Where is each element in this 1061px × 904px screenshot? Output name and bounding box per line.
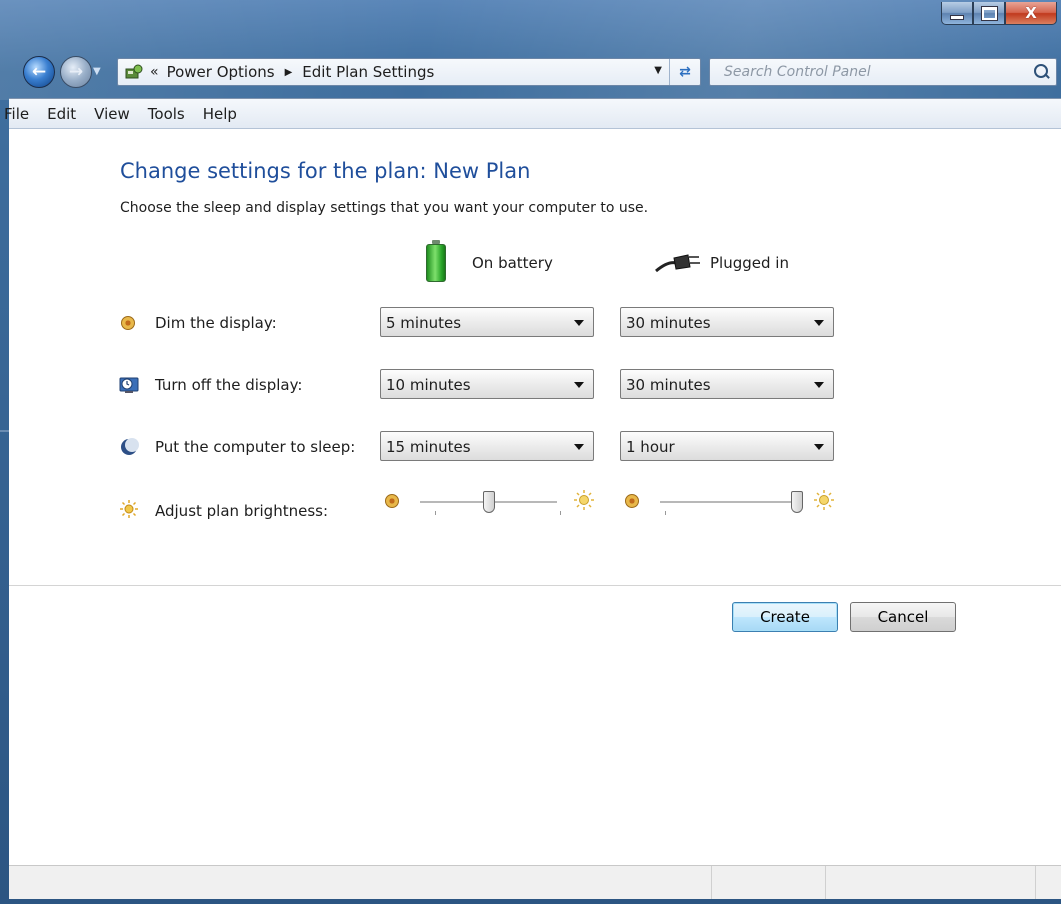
setting-row-turn-off-display: Turn off the display: 10 minutes 30 minu… [119,369,839,401]
minimize-icon [950,14,964,20]
dim-brightness-icon [625,494,639,508]
menu-bar: File Edit View Tools Help [4,99,1061,129]
maximize-icon [980,5,998,21]
power-plug-icon [655,254,700,273]
chevron-down-icon [574,382,584,388]
create-button[interactable]: Create [732,602,838,632]
menu-edit[interactable]: Edit [38,105,85,123]
brightness-plugged-slider[interactable] [625,489,835,525]
breadcrumb-separator-icon[interactable]: ▶ [285,67,293,78]
minimize-button[interactable] [941,2,973,25]
select-value: 5 minutes [386,314,462,332]
breadcrumb-overflow[interactable]: « [150,64,159,80]
chevron-down-icon [814,382,824,388]
battery-icon [426,240,446,282]
slider-tick [665,511,666,515]
menu-file[interactable]: File [4,105,38,123]
close-button[interactable]: X [1005,2,1057,25]
address-dropdown-icon[interactable]: ▼ [654,65,662,76]
dim-display-plugged-select[interactable]: 30 minutes [620,307,834,337]
refresh-button[interactable]: ⇄ [669,59,700,85]
slider-tick [435,511,436,515]
setting-row-dim-display: Dim the display: 5 minutes 30 minutes [119,307,839,339]
column-label-on-battery: On battery [472,254,553,272]
column-header-plugged-in: Plugged in [654,239,789,287]
select-value: 1 hour [626,438,675,456]
divider [9,585,1061,586]
window-controls: X [941,2,1057,28]
dim-display-battery-select[interactable]: 5 minutes [380,307,594,337]
breadcrumb-edit-plan-settings[interactable]: Edit Plan Settings [302,63,434,81]
page-subtitle: Choose the sleep and display settings th… [120,200,649,216]
chevron-down-icon [574,320,584,326]
setting-label: Turn off the display: [155,376,303,394]
setting-row-brightness: Adjust plan brightness: [119,489,839,529]
maximize-button[interactable] [973,2,1005,25]
forward-button[interactable]: → [60,56,92,88]
back-arrow-icon: ← [31,62,47,82]
select-value: 30 minutes [626,314,711,332]
sleep-icon [121,438,139,455]
forward-arrow-icon: → [68,62,84,82]
window-frame: X ← → ▼ « Power Options ▶ Edit Plan Sett… [0,0,1061,904]
refresh-icon: ⇄ [679,64,691,80]
status-bar [9,865,1061,899]
client-area: File Edit View Tools Help Change setting… [4,98,1061,899]
navigation-bar: ← → ▼ « Power Options ▶ Edit Plan Settin… [0,52,1061,90]
slider-tick [560,511,561,515]
breadcrumb-power-options[interactable]: Power Options [167,63,275,81]
column-header-on-battery: On battery [426,239,553,287]
menu-view[interactable]: View [85,105,139,123]
setting-label: Put the computer to sleep: [155,438,356,456]
back-button[interactable]: ← [23,56,55,88]
page-title: Change settings for the plan: New Plan [120,159,531,183]
search-box[interactable]: Search Control Panel [709,58,1057,86]
menu-help[interactable]: Help [194,105,246,123]
status-separator [825,866,826,899]
slider-thumb[interactable] [482,491,495,513]
bright-brightness-icon [814,490,834,510]
search-icon[interactable] [1034,64,1048,78]
setting-label: Adjust plan brightness: [155,502,328,520]
chevron-down-icon [814,320,824,326]
cancel-button[interactable]: Cancel [850,602,956,632]
select-value: 15 minutes [386,438,471,456]
select-value: 30 minutes [626,376,711,394]
control-panel-icon [125,64,143,79]
bright-brightness-icon [574,490,594,510]
slider-thumb[interactable] [791,491,803,513]
slider-track [660,501,797,504]
turn-off-display-plugged-select[interactable]: 30 minutes [620,369,834,399]
brightness-icon [120,500,138,518]
chevron-down-icon [574,444,584,450]
status-separator [711,866,712,899]
address-bar[interactable]: « Power Options ▶ Edit Plan Settings ▼ ⇄ [117,58,701,86]
sleep-plugged-select[interactable]: 1 hour [620,431,834,461]
select-value: 10 minutes [386,376,471,394]
turn-off-display-battery-select[interactable]: 10 minutes [380,369,594,399]
setting-row-sleep: Put the computer to sleep: 15 minutes 1 … [119,431,839,463]
recent-pages-dropdown[interactable]: ▼ [93,66,101,77]
close-icon: X [1025,4,1037,22]
chevron-down-icon [814,444,824,450]
display-off-icon [119,377,139,393]
status-separator [1035,866,1036,899]
dim-icon [121,316,135,330]
search-placeholder: Search Control Panel [724,64,871,80]
column-label-plugged-in: Plugged in [710,254,789,272]
brightness-battery-slider[interactable] [385,489,595,525]
dim-brightness-icon [385,494,399,508]
menu-tools[interactable]: Tools [139,105,194,123]
sleep-battery-select[interactable]: 15 minutes [380,431,594,461]
setting-label: Dim the display: [155,314,277,332]
